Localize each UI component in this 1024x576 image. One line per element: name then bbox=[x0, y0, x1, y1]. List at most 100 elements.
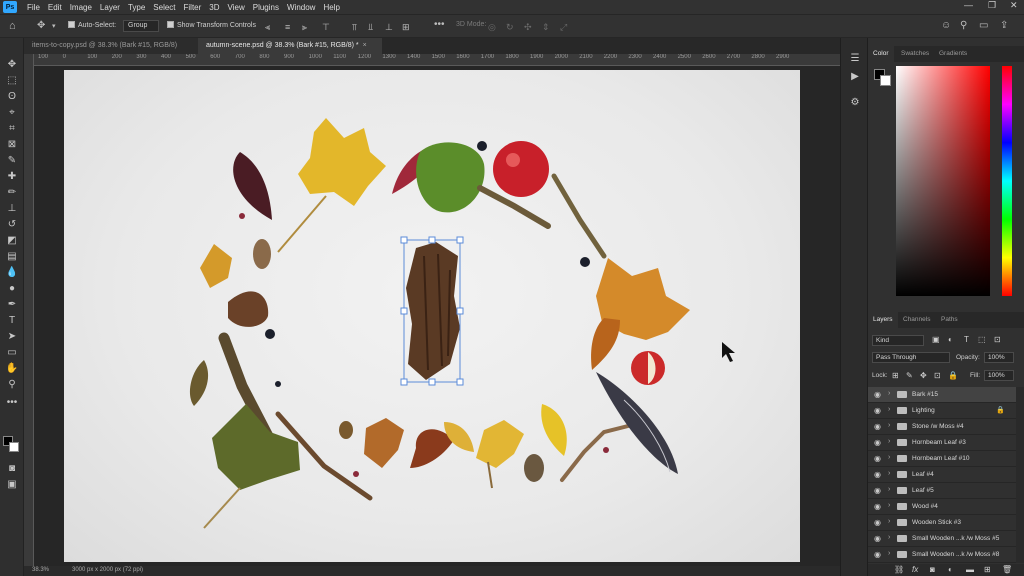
visibility-eye-icon[interactable]: ◉ bbox=[874, 406, 881, 415]
search-icon[interactable]: ⚲ bbox=[960, 21, 967, 31]
object-select-tool-icon[interactable]: ⌖ bbox=[5, 106, 19, 120]
menu-type[interactable]: Type bbox=[124, 3, 149, 12]
lasso-tool-icon[interactable]: ʘ bbox=[5, 90, 19, 104]
new-layer-icon[interactable]: ⊞ bbox=[984, 565, 991, 574]
lock-position-icon[interactable]: ✥ bbox=[920, 371, 927, 380]
hue-slider[interactable] bbox=[1002, 66, 1012, 296]
filter-adjustment-icon[interactable]: ◐ bbox=[948, 335, 953, 344]
layer-row[interactable]: ◉ › Small Wooden ...k /w Moss #8 bbox=[868, 547, 1016, 563]
close-button[interactable]: ✕ bbox=[1010, 0, 1018, 11]
brush-tool-icon[interactable]: ✏ bbox=[5, 186, 19, 200]
layer-row[interactable]: ◉ › Leaf #4 bbox=[868, 467, 1016, 483]
close-tab-icon[interactable]: × bbox=[363, 42, 367, 49]
chevron-right-icon[interactable]: › bbox=[888, 406, 890, 413]
adjustments-panel-icon[interactable]: ⚙ bbox=[848, 96, 862, 110]
background-color-swatch[interactable] bbox=[9, 442, 19, 452]
opacity-input[interactable]: 100% bbox=[984, 352, 1014, 363]
lock-transparent-icon[interactable]: ⊞ bbox=[892, 371, 899, 380]
fx-icon[interactable]: fx bbox=[912, 565, 918, 574]
visibility-eye-icon[interactable]: ◉ bbox=[874, 550, 881, 559]
visibility-eye-icon[interactable]: ◉ bbox=[874, 438, 881, 447]
tab-autumn-scene[interactable]: autumn-scene.psd @ 38.3% (Bark #15, RGB/… bbox=[198, 38, 382, 54]
distribute-spacing-icon[interactable]: ⊞ bbox=[402, 22, 410, 32]
menu-plugins[interactable]: Plugins bbox=[249, 3, 283, 12]
menu-select[interactable]: Select bbox=[149, 3, 179, 12]
history-panel-icon[interactable]: ☰ bbox=[848, 52, 862, 66]
chevron-right-icon[interactable]: › bbox=[888, 502, 890, 509]
document-pasteboard[interactable] bbox=[34, 66, 840, 566]
chevron-right-icon[interactable]: › bbox=[888, 486, 890, 493]
tab-paths[interactable]: Paths bbox=[936, 312, 963, 328]
distribute-top-icon[interactable]: ⫪ bbox=[352, 22, 357, 32]
crop-tool-icon[interactable]: ⌗ bbox=[5, 122, 19, 136]
visibility-eye-icon[interactable]: ◉ bbox=[874, 390, 881, 399]
distribute-center-icon[interactable]: ⫫ bbox=[368, 22, 373, 32]
layer-row[interactable]: ◉ › Small Wooden ...k /w Moss #5 bbox=[868, 531, 1016, 547]
lock-image-icon[interactable]: ✎ bbox=[906, 371, 913, 380]
canvas[interactable] bbox=[64, 70, 800, 562]
tab-items-to-copy[interactable]: items-to-copy.psd @ 38.3% (Bark #15, RGB… bbox=[24, 38, 198, 54]
filter-shape-icon[interactable]: ⬚ bbox=[978, 335, 986, 344]
menu-view[interactable]: View bbox=[224, 3, 249, 12]
lock-artboard-icon[interactable]: ⊡ bbox=[934, 371, 941, 380]
fill-input[interactable]: 100% bbox=[984, 370, 1014, 381]
layer-row[interactable]: ◉ › Hornbeam Leaf #3 bbox=[868, 435, 1016, 451]
visibility-eye-icon[interactable]: ◉ bbox=[874, 486, 881, 495]
history-brush-tool-icon[interactable]: ↺ bbox=[5, 218, 19, 232]
layer-row[interactable]: ◉ › Bark #15 bbox=[868, 387, 1016, 403]
workspace-icon[interactable]: ▭ bbox=[979, 21, 988, 31]
link-icon[interactable]: ⛓ bbox=[894, 565, 904, 574]
edit-toolbar-icon[interactable]: ••• bbox=[5, 396, 19, 410]
lock-all-icon[interactable]: 🔒 bbox=[948, 371, 958, 380]
filter-type-icon[interactable]: T bbox=[964, 335, 969, 344]
layer-row[interactable]: ◉ › Wooden Stick #3 bbox=[868, 515, 1016, 531]
home-icon[interactable]: ⌂ bbox=[9, 21, 16, 32]
actions-panel-icon[interactable]: ▶ bbox=[848, 70, 862, 84]
color-picker-field[interactable] bbox=[896, 66, 990, 296]
adjustment-icon[interactable]: ◐ bbox=[948, 565, 953, 574]
chevron-right-icon[interactable]: › bbox=[888, 454, 890, 461]
show-transform-controls-checkbox[interactable]: Show Transform Controls bbox=[167, 21, 256, 29]
clone-stamp-tool-icon[interactable]: ⊥ bbox=[5, 202, 19, 216]
chevron-right-icon[interactable]: › bbox=[888, 550, 890, 557]
quick-mask-icon[interactable]: ◙ bbox=[5, 462, 19, 476]
visibility-eye-icon[interactable]: ◉ bbox=[874, 518, 881, 527]
layer-row[interactable]: ◉ › Lighting 🔒 bbox=[868, 403, 1016, 419]
dodge-tool-icon[interactable]: ● bbox=[5, 282, 19, 296]
cloud-user-icon[interactable]: ☺ bbox=[941, 21, 951, 31]
menu-file[interactable]: File bbox=[23, 3, 44, 12]
distribute-bottom-icon[interactable]: ⊥ bbox=[385, 22, 393, 32]
frame-tool-icon[interactable]: ⊠ bbox=[5, 138, 19, 152]
layers-scrollbar[interactable] bbox=[1016, 387, 1024, 563]
chevron-right-icon[interactable]: › bbox=[888, 422, 890, 429]
tab-color[interactable]: Color bbox=[868, 46, 894, 62]
marquee-tool-icon[interactable]: ⬚ bbox=[5, 74, 19, 88]
layer-row[interactable]: ◉ › Wood #4 bbox=[868, 499, 1016, 515]
color-background-swatch[interactable] bbox=[880, 75, 891, 86]
menu-filter[interactable]: Filter bbox=[180, 3, 206, 12]
trash-icon[interactable]: 🗑 bbox=[1002, 565, 1012, 574]
visibility-eye-icon[interactable]: ◉ bbox=[874, 470, 881, 479]
tab-layers[interactable]: Layers bbox=[868, 312, 898, 328]
minimize-button[interactable]: — bbox=[964, 0, 973, 10]
layer-row[interactable]: ◉ › Hornbeam Leaf #10 bbox=[868, 451, 1016, 467]
layer-filter-kind[interactable]: Kind bbox=[872, 335, 924, 346]
align-center-icon[interactable]: ≡ bbox=[285, 22, 290, 32]
layer-row[interactable]: ◉ › Stone /w Moss #4 bbox=[868, 419, 1016, 435]
filter-smart-object-icon[interactable]: ⊡ bbox=[994, 335, 1001, 344]
chevron-right-icon[interactable]: › bbox=[888, 518, 890, 525]
blur-tool-icon[interactable]: 💧 bbox=[5, 266, 19, 280]
maximize-button[interactable]: ❐ bbox=[988, 0, 996, 11]
mask-icon[interactable]: ◙ bbox=[930, 565, 935, 574]
tab-gradients[interactable]: Gradients bbox=[934, 46, 972, 62]
chevron-right-icon[interactable]: › bbox=[888, 390, 890, 397]
chevron-right-icon[interactable]: › bbox=[888, 470, 890, 477]
menu-layer[interactable]: Layer bbox=[96, 3, 124, 12]
screen-mode-icon[interactable]: ▣ bbox=[5, 478, 19, 492]
menu-help[interactable]: Help bbox=[319, 3, 343, 12]
path-select-tool-icon[interactable]: ➤ bbox=[5, 330, 19, 344]
auto-select-checkbox[interactable]: Auto-Select: bbox=[68, 21, 116, 29]
more-options-icon[interactable]: ••• bbox=[434, 20, 445, 30]
tab-channels[interactable]: Channels bbox=[898, 312, 935, 328]
align-top-icon[interactable]: ⊤ bbox=[322, 22, 330, 32]
